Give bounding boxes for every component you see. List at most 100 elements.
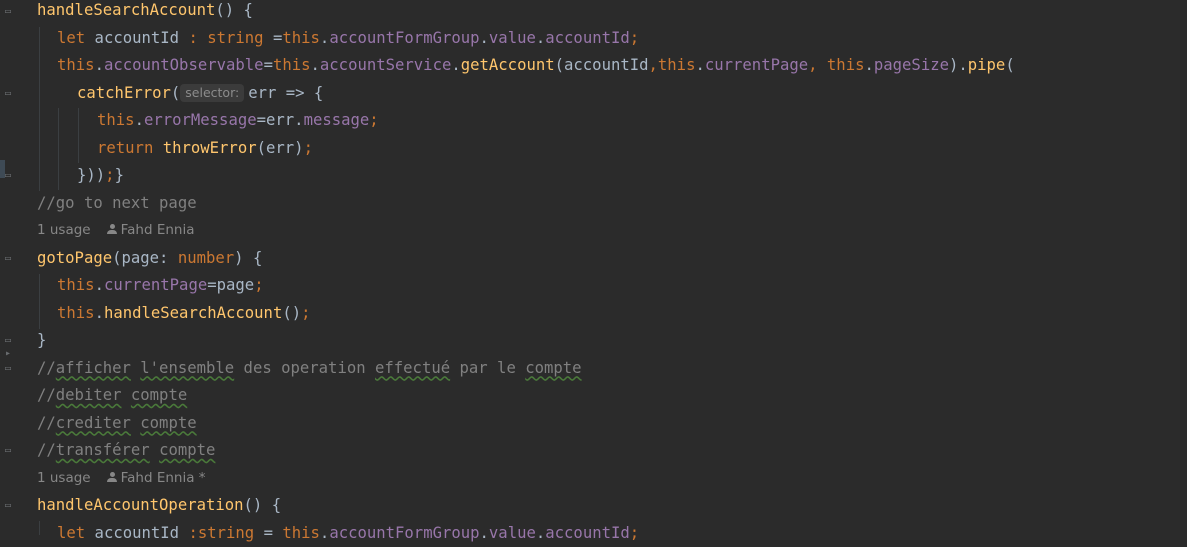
parameter-hint: selector: <box>180 84 244 102</box>
indent-guide <box>39 27 40 191</box>
code-token <box>131 414 140 432</box>
field-name: currentPage <box>705 56 808 74</box>
code-token: : <box>188 524 197 542</box>
code-line: } <box>37 327 46 355</box>
spelling-word: crediter <box>56 414 131 432</box>
code-line: this.handleSearchAccount(); <box>57 300 311 328</box>
code-token: ( <box>1005 56 1014 74</box>
indent-guide <box>39 274 40 329</box>
keyword: this <box>273 56 311 74</box>
code-token: accountId <box>85 29 188 47</box>
code-token: err => { <box>248 84 323 102</box>
code-vision-hint[interactable]: 1 usage Fahd Ennia <box>37 217 195 245</box>
keyword: this <box>57 276 95 294</box>
fold-icon[interactable]: ▭ <box>3 445 13 457</box>
spelling-word: l'ensemble <box>140 359 234 377</box>
code-token <box>150 441 159 459</box>
code-token: . <box>695 56 704 74</box>
code-line: return throwError(err); <box>97 135 313 163</box>
code-line: let accountId : string =this.accountForm… <box>57 25 639 53</box>
function-name: throwError <box>163 139 257 157</box>
code-token: . <box>536 524 545 542</box>
code-line: this.errorMessage=err.message; <box>97 107 379 135</box>
code-token: . <box>320 29 329 47</box>
fold-icon[interactable]: ▭ <box>3 335 13 347</box>
function-name: catchError <box>77 84 171 102</box>
fold-icon[interactable]: ▭ <box>3 363 13 375</box>
usages-count[interactable]: 1 usage <box>37 222 91 238</box>
usages-count[interactable]: 1 usage <box>37 470 91 486</box>
field-name: pageSize <box>874 56 949 74</box>
code-line: this.accountObservable=this.accountServi… <box>57 52 1015 80</box>
field-name: accountFormGroup <box>329 29 479 47</box>
author-name[interactable]: Fahd Ennia * <box>121 470 206 486</box>
code-comment: //go to next page <box>37 190 197 218</box>
code-token: () { <box>215 1 253 19</box>
code-token: . <box>320 524 329 542</box>
code-vision-hint[interactable]: 1 usage Fahd Ennia * <box>37 465 206 493</box>
spelling-word: transférer <box>56 441 150 459</box>
chevron-right-icon[interactable]: ▸ <box>3 348 13 360</box>
code-token: ; <box>304 139 313 157</box>
code-comment: //transférer compte <box>37 437 215 465</box>
fold-icon[interactable]: ▭ <box>3 6 13 18</box>
code-token: . <box>480 524 489 542</box>
keyword: this <box>658 56 696 74</box>
code-token: =err. <box>257 111 304 129</box>
code-line: catchError(selector:err => { <box>77 80 323 108</box>
spelling-word: compte <box>525 359 581 377</box>
code-token: () { <box>244 496 282 514</box>
indent-guide <box>39 521 40 535</box>
code-comment: //afficher l'ensemble des operation effe… <box>37 355 582 383</box>
code-token: (err) <box>257 139 304 157</box>
code-token: ; <box>630 29 639 47</box>
code-token: : <box>188 29 207 47</box>
code-comment: //crediter compte <box>37 410 197 438</box>
code-token: = <box>264 29 283 47</box>
code-token: // <box>37 414 56 432</box>
field-name: message <box>304 111 370 129</box>
code-token: // <box>37 359 56 377</box>
fold-icon[interactable]: ▭ <box>3 500 13 512</box>
code-token: par le <box>450 359 525 377</box>
fold-icon[interactable]: ▭ <box>3 170 13 182</box>
field-name: accountObservable <box>104 56 264 74</box>
code-token: . <box>95 56 104 74</box>
field-name: currentPage <box>104 276 207 294</box>
code-token: . <box>451 56 460 74</box>
keyword: return <box>97 139 163 157</box>
type-name: string <box>207 29 263 47</box>
type-name: number <box>178 249 234 267</box>
code-token: = <box>254 524 282 542</box>
code-token: ; <box>369 111 378 129</box>
code-token: } <box>115 166 124 184</box>
code-token: ). <box>949 56 968 74</box>
indent-guide <box>58 108 59 190</box>
spelling-word: afficher <box>56 359 131 377</box>
code-token: ; <box>254 276 263 294</box>
spelling-word: effectué <box>375 359 450 377</box>
keyword: this <box>282 29 320 47</box>
fold-icon[interactable]: ▭ <box>3 88 13 100</box>
code-token: , <box>808 56 827 74</box>
keyword: this <box>57 304 95 322</box>
spelling-word: compte <box>159 441 215 459</box>
editor-gutter[interactable]: ▭ ▭ ▭ ▭ ▭ ▸ ▭ ▭ ▭ <box>0 0 18 535</box>
author-name[interactable]: Fahd Ennia <box>121 222 195 238</box>
code-token: =page <box>207 276 254 294</box>
code-token: . <box>135 111 144 129</box>
code-token: ; <box>630 524 639 542</box>
keyword: this <box>827 56 865 74</box>
spelling-word: compte <box>140 414 196 432</box>
function-name: gotoPage <box>37 249 112 267</box>
fold-icon[interactable]: ▭ <box>3 253 13 265</box>
function-name: handleAccountOperation <box>37 496 244 514</box>
field-name: value <box>489 29 536 47</box>
code-token: des operation <box>234 359 375 377</box>
function-name: handleSearchAccount <box>104 304 282 322</box>
code-line: handleSearchAccount() { <box>37 0 253 25</box>
code-line: gotoPage(page: number) { <box>37 245 262 273</box>
keyword: this <box>97 111 135 129</box>
code-token: () <box>282 304 301 322</box>
code-token: . <box>536 29 545 47</box>
